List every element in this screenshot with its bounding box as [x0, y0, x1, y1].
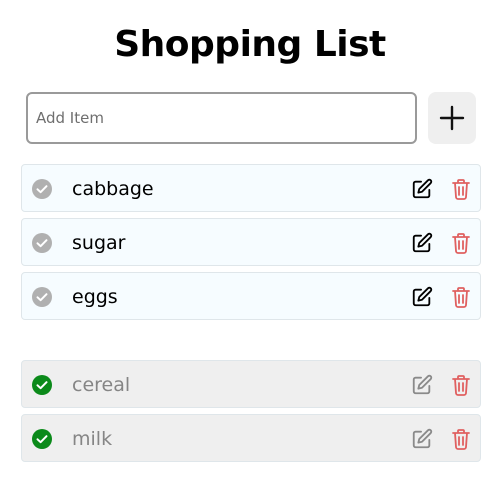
- add-item-button[interactable]: [428, 92, 476, 144]
- check-toggle[interactable]: [32, 287, 52, 307]
- list-item-completed: cereal: [21, 360, 481, 408]
- item-label: sugar: [72, 232, 126, 254]
- trash-icon: [452, 179, 470, 200]
- list-item: cabbage: [21, 164, 481, 212]
- edit-pencil-icon: [412, 286, 433, 307]
- trash-icon: [452, 429, 470, 450]
- delete-button[interactable]: [449, 231, 473, 255]
- delete-button[interactable]: [449, 285, 473, 309]
- trash-icon: [452, 375, 470, 396]
- check-toggle[interactable]: [32, 429, 52, 449]
- edit-button[interactable]: [410, 177, 434, 201]
- list-item: eggs: [21, 272, 481, 320]
- edit-button[interactable]: [410, 373, 434, 397]
- edit-button[interactable]: [410, 285, 434, 309]
- delete-button[interactable]: [449, 177, 473, 201]
- item-label: cereal: [72, 374, 131, 396]
- item-label: eggs: [72, 286, 118, 308]
- trash-icon: [452, 233, 470, 254]
- item-label: milk: [72, 428, 113, 450]
- delete-button[interactable]: [449, 373, 473, 397]
- edit-button[interactable]: [410, 231, 434, 255]
- trash-icon: [452, 287, 470, 308]
- circle-check-icon: [32, 233, 52, 253]
- edit-pencil-icon: [412, 428, 433, 449]
- list-item: sugar: [21, 218, 481, 266]
- check-toggle[interactable]: [32, 233, 52, 253]
- delete-button[interactable]: [449, 427, 473, 451]
- circle-check-filled-icon: [32, 429, 52, 449]
- edit-button[interactable]: [410, 427, 434, 451]
- add-item-input[interactable]: [26, 92, 417, 144]
- edit-pencil-icon: [412, 178, 433, 199]
- add-item-row: [26, 92, 476, 144]
- page-title: Shopping List: [114, 24, 386, 65]
- item-label: cabbage: [72, 178, 154, 200]
- plus-icon: [439, 105, 465, 131]
- circle-check-icon: [32, 179, 52, 199]
- check-toggle[interactable]: [32, 375, 52, 395]
- list-item-completed: milk: [21, 414, 481, 462]
- circle-check-filled-icon: [32, 375, 52, 395]
- edit-pencil-icon: [412, 232, 433, 253]
- circle-check-icon: [32, 287, 52, 307]
- edit-pencil-icon: [412, 374, 433, 395]
- check-toggle[interactable]: [32, 179, 52, 199]
